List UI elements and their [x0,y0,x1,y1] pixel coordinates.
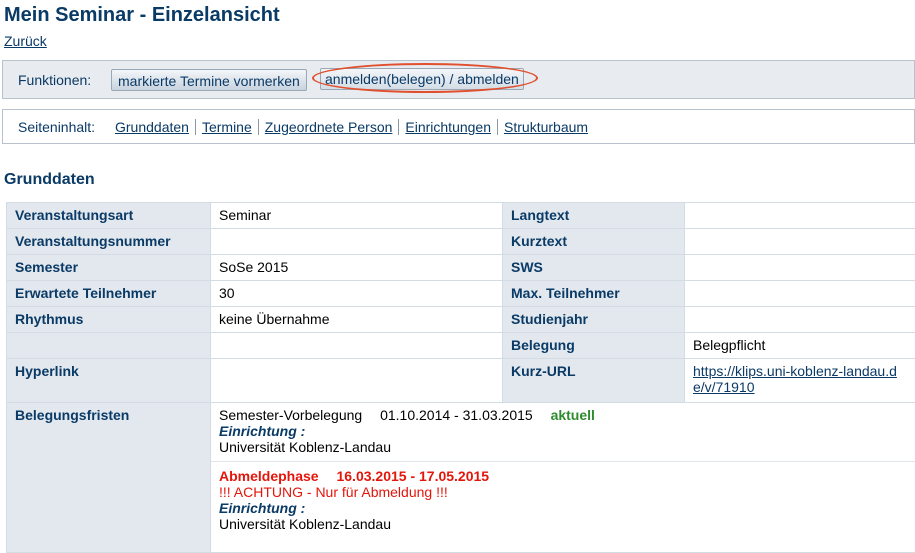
phase-2-einrichtung: Universität Koblenz-Landau [219,516,907,532]
phase-2-dates: 16.03.2015 - 17.05.2015 [336,468,489,484]
nav-link-termine[interactable]: Termine [199,119,255,135]
phase-1-name: Semester-Vorbelegung [219,407,362,423]
table-row: Semester SoSe 2015 SWS [7,255,915,281]
row-value [685,229,915,255]
page-title: Mein Seminar - Einzelansicht [4,4,280,27]
details-table: Veranstaltungsart Seminar Langtext Veran… [6,202,915,553]
row-value: SoSe 2015 [211,255,503,281]
row-value [685,203,915,229]
row-label: Semester [7,255,211,281]
phase-2-name: Abmeldephase [219,468,319,484]
row-value [211,229,503,255]
short-url-cell: https://klips.uni-koblenz-landau.de/v/71… [685,359,915,403]
nav-link-grunddaten[interactable]: Grunddaten [112,119,192,135]
table-row: Rhythmus keine Übernahme Studienjahr [7,307,915,333]
row-label [7,333,211,359]
table-row: Veranstaltungsart Seminar Langtext [7,203,915,229]
nav-separator [497,119,498,135]
row-label: Langtext [503,203,685,229]
nav-link-person[interactable]: Zugeordnete Person [262,119,396,135]
row-label: Kurztext [503,229,685,255]
row-label: Rhythmus [7,307,211,333]
page-content-nav: Seiteninhalt: Grunddaten Termine Zugeord… [2,109,915,144]
table-row: Belegungsfristen Semester-Vorbelegung 01… [7,403,915,553]
phase-1-dates: 01.10.2014 - 31.03.2015 [380,407,533,423]
row-value [685,307,915,333]
section-title: Grunddaten [4,171,95,189]
table-row: Hyperlink Kurz-URL https://klips.uni-kob… [7,359,915,403]
row-value [685,281,915,307]
short-url-link[interactable]: https://klips.uni-koblenz-landau.de/v/71… [693,363,897,395]
nav-separator [195,119,196,135]
row-value: Seminar [211,203,503,229]
nav-separator [398,119,399,135]
row-value [211,359,503,403]
row-label: Erwartete Teilnehmer [7,281,211,307]
nav-separator [258,119,259,135]
nav-label: Seiteninhalt: [18,119,95,135]
fristen-label: Belegungsfristen [7,403,211,553]
row-label: Belegung [503,333,685,359]
nav-links: Grunddaten Termine Zugeordnete Person Ei… [112,119,591,135]
table-row: Belegung Belegpflicht [7,333,915,359]
nav-link-einrichtungen[interactable]: Einrichtungen [402,119,494,135]
functions-bar: Funktionen: markierte Termine vormerken … [2,60,915,99]
mark-dates-button[interactable]: markierte Termine vormerken [111,69,307,91]
fristen-cell: Semester-Vorbelegung 01.10.2014 - 31.03.… [211,403,915,553]
register-button[interactable]: anmelden(belegen) / abmelden [320,68,524,90]
functions-label: Funktionen: [18,72,91,88]
row-value [211,333,503,359]
row-label: Veranstaltungsnummer [7,229,211,255]
row-label: Max. Teilnehmer [503,281,685,307]
row-value: 30 [211,281,503,307]
phase-2-einrichtung-label: Einrichtung : [219,500,907,516]
phase-1-einrichtung: Universität Koblenz-Landau [219,439,907,455]
nav-link-strukturbaum[interactable]: Strukturbaum [501,119,591,135]
status-badge: aktuell [551,407,595,423]
fristen-phase-2: Abmeldephase 16.03.2015 - 17.05.2015 !!!… [211,462,915,532]
row-value: Belegpflicht [685,333,915,359]
phase-1-einrichtung-label: Einrichtung : [219,423,907,439]
phase-2-warning: !!! ACHTUNG - Nur für Abmeldung !!! [219,484,907,500]
row-value: keine Übernahme [211,307,503,333]
row-label: Veranstaltungsart [7,203,211,229]
row-label: Studienjahr [503,307,685,333]
row-label: SWS [503,255,685,281]
table-row: Erwartete Teilnehmer 30 Max. Teilnehmer [7,281,915,307]
row-value [685,255,915,281]
row-label: Kurz-URL [503,359,685,403]
fristen-phase-1: Semester-Vorbelegung 01.10.2014 - 31.03.… [211,403,915,462]
row-label: Hyperlink [7,359,211,403]
table-row: Veranstaltungsnummer Kurztext [7,229,915,255]
back-link[interactable]: Zurück [4,33,47,49]
